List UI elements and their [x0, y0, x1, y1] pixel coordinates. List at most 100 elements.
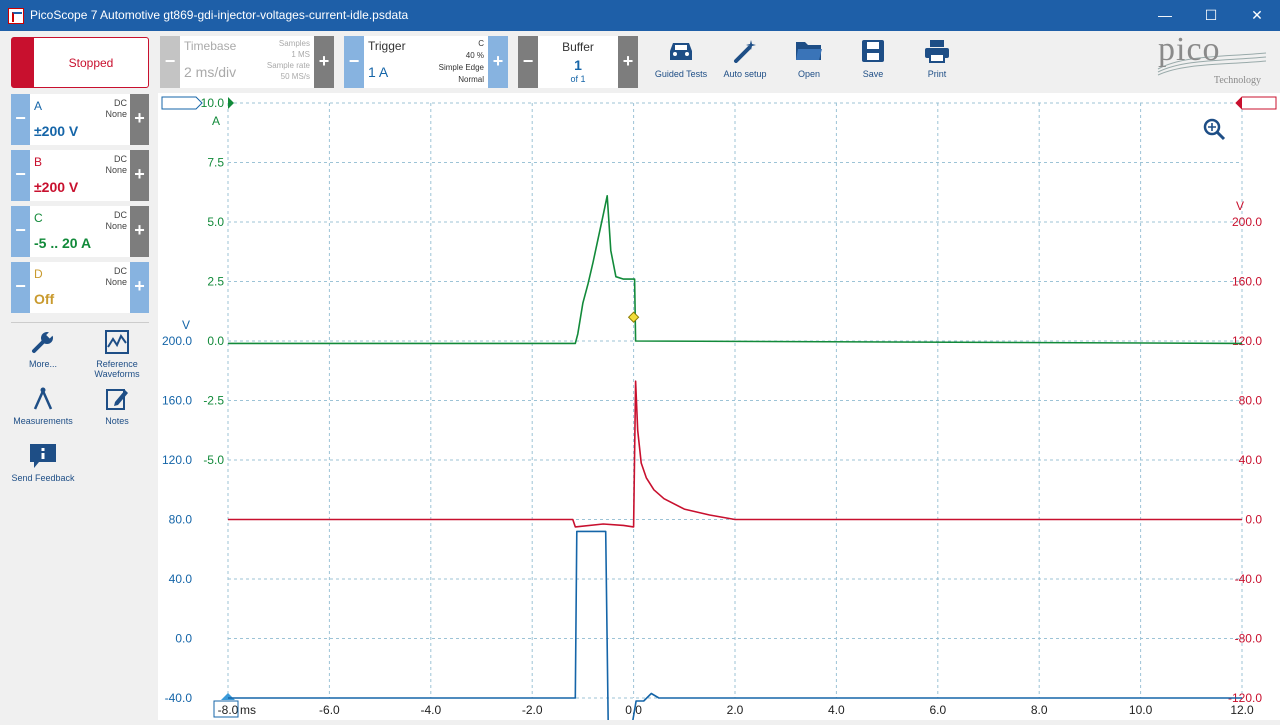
timebase-value: 2 ms/div	[184, 64, 237, 80]
channel-b-range-down-button[interactable]: −	[11, 150, 30, 201]
magic-wand-icon	[734, 40, 756, 63]
notes-icon	[106, 389, 128, 410]
run-stop-indicator	[12, 38, 34, 87]
trigger-channel: C	[478, 39, 484, 48]
save-label: Save	[862, 69, 884, 79]
channel-b-name: B	[34, 155, 43, 169]
channel-b-axis-tick: 160.0	[1232, 275, 1262, 289]
channel-d-range-down-button[interactable]: −	[11, 262, 30, 313]
channel-c-range-down-button[interactable]: −	[11, 206, 30, 257]
trigger-mode: Normal	[458, 75, 484, 84]
toolbar: − Timebase 2 ms/div Samples 1 MS Sample …	[158, 31, 1280, 93]
x-axis-tick: 10.0	[1129, 703, 1153, 717]
auto-setup-label: Auto setup	[723, 69, 767, 79]
picoscope-app-icon	[8, 8, 24, 24]
waveform-chart[interactable]: 10.0 7.5 5.0 2.5 0.0 -2.5 -5.0 200.0 160.0 120.0 8…	[158, 93, 1280, 725]
scope-plot-area[interactable]: 10.0 7.5 5.0 2.5 0.0 -2.5 -5.0 200.0 160.0 120.0 8…	[158, 93, 1280, 725]
more-label: More...	[28, 359, 57, 369]
send-feedback-button[interactable]: Send Feedback	[8, 443, 78, 483]
open-button[interactable]: Open	[777, 36, 841, 88]
channel-c-panel[interactable]: − C DC None -5 .. 20 A +	[11, 206, 149, 257]
channel-a-axis-tick: 80.0	[169, 513, 193, 527]
minimize-button[interactable]: —	[1142, 0, 1188, 31]
measurements-button[interactable]: Measurements	[8, 386, 78, 426]
reference-waveforms-button[interactable]: Reference Waveforms	[82, 329, 152, 379]
auto-setup-button[interactable]: Auto setup	[713, 36, 777, 88]
zoom-icon-handle	[1215, 130, 1226, 141]
maximize-button[interactable]: ☐	[1188, 0, 1234, 31]
timebase-increase-button[interactable]: +	[314, 36, 334, 88]
channel-a-axis-tick: 120.0	[162, 453, 192, 467]
guided-tests-button[interactable]: Guided Tests	[649, 36, 713, 88]
run-stop-button[interactable]: Stopped	[11, 37, 149, 88]
channel-a-probe: None	[105, 109, 127, 119]
channel-c-axis-tick: -5.0	[203, 453, 224, 467]
guided-tests-label: Guided Tests	[654, 69, 708, 79]
channel-b-axis-tick: -40.0	[1235, 572, 1263, 586]
reference-waveforms-label-2: Waveforms	[94, 369, 140, 379]
channel-a-axis-tick: -40.0	[165, 691, 193, 705]
waveform-icon	[105, 330, 129, 354]
channel-a-range: ±200 V	[34, 123, 79, 139]
channel-a-axis-tick: 160.0	[162, 394, 192, 408]
x-axis-tick: 12.0	[1230, 703, 1254, 717]
channel-b-axis-tick: 200.0	[1232, 215, 1262, 229]
x-axis-tick: -2.0	[522, 703, 543, 717]
buffer-next-button[interactable]: +	[618, 36, 638, 88]
sample-rate-value: 50 MS/s	[280, 72, 310, 81]
channel-a-range-up-button[interactable]: +	[130, 94, 149, 145]
channel-b-range-up-button[interactable]: +	[130, 150, 149, 201]
channel-d-range-up-button[interactable]: +	[130, 262, 149, 313]
trigger-increase-button[interactable]: +	[488, 36, 508, 88]
notes-button[interactable]: Notes	[82, 386, 152, 426]
trigger-decrease-button[interactable]: −	[344, 36, 364, 88]
folder-icon	[796, 42, 822, 60]
channel-c-scale-handle	[161, 96, 203, 110]
print-label: Print	[927, 69, 947, 79]
zoom-icon-plus	[1208, 123, 1216, 131]
channel-c-offset-marker	[228, 97, 234, 109]
trigger-level: 1 A	[368, 64, 389, 80]
channel-b-panel[interactable]: − B DC None ±200 V +	[11, 150, 149, 201]
channel-a-axis-tick: 0.0	[175, 632, 192, 646]
channel-c-probe: None	[105, 221, 127, 231]
channel-c-axis-tick: 0.0	[207, 334, 224, 348]
channel-a-panel[interactable]: − A DC None ±200 V +	[11, 94, 149, 145]
logo-subtitle: Technology	[1213, 75, 1261, 86]
channel-c-range-up-button[interactable]: +	[130, 206, 149, 257]
trigger-label: Trigger	[368, 39, 406, 53]
reference-waveforms-label-1: Reference	[96, 359, 138, 369]
x-axis-tick: -4.0	[420, 703, 441, 717]
more-button[interactable]: More...	[8, 329, 78, 369]
printer-icon	[925, 40, 949, 63]
x-axis-unit: ms	[240, 703, 256, 717]
timebase-control[interactable]: − Timebase 2 ms/div Samples 1 MS Sample …	[160, 36, 334, 88]
channel-d-panel[interactable]: − D DC None Off +	[11, 262, 149, 313]
channel-b-coupling: DC	[114, 154, 127, 164]
wrench-icon	[32, 331, 54, 353]
channel-a-axis-tick: 40.0	[169, 572, 193, 586]
channel-a-range-down-button[interactable]: −	[11, 94, 30, 145]
channel-b-axis-tick: -80.0	[1235, 632, 1263, 646]
measurements-label: Measurements	[13, 416, 73, 426]
panel-divider	[11, 322, 149, 323]
channel-b-axis-tick: 120.0	[1232, 334, 1262, 348]
timebase-decrease-button[interactable]: −	[160, 36, 180, 88]
channel-c-axis-tick: 2.5	[207, 275, 224, 289]
channel-d-probe: None	[105, 277, 127, 287]
trigger-control[interactable]: − Trigger 1 A C 40 % Simple Edge Normal …	[344, 36, 508, 88]
notes-label: Notes	[105, 416, 129, 426]
close-button[interactable]: ✕	[1234, 0, 1280, 31]
save-button[interactable]: Save	[841, 36, 905, 88]
x-axis-tick: 2.0	[727, 703, 744, 717]
samples-value: 1 MS	[291, 50, 310, 59]
trigger-position: 40 %	[465, 51, 484, 60]
sample-rate-label: Sample rate	[266, 61, 310, 70]
channel-c-name: C	[34, 211, 43, 225]
buffer-control[interactable]: − Buffer 1 of 1 +	[518, 36, 638, 88]
channel-b-axis-unit: V	[1236, 199, 1244, 213]
channel-c-axis-tick: 5.0	[207, 215, 224, 229]
channel-c-range: -5 .. 20 A	[34, 235, 92, 251]
buffer-previous-button[interactable]: −	[518, 36, 538, 88]
print-button[interactable]: Print	[905, 36, 969, 88]
